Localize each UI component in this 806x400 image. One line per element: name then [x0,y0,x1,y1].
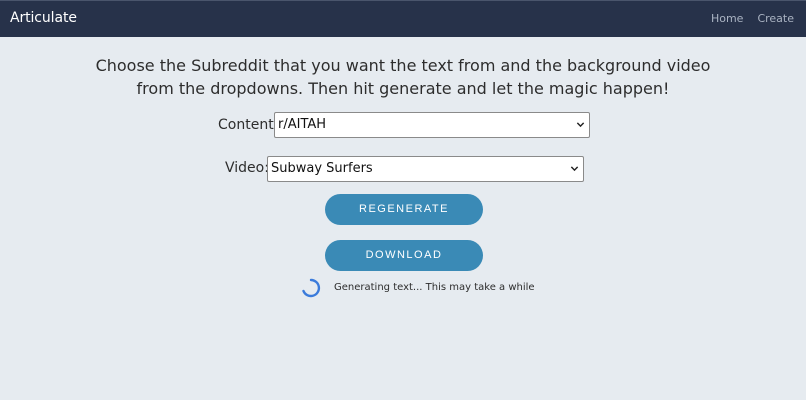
chevron-down-icon [576,122,585,128]
intro-text: Choose the Subreddit that you want the t… [0,54,806,100]
intro-line-1: Choose the Subreddit that you want the t… [95,56,711,75]
download-button[interactable]: DOWNLOAD [325,240,483,271]
loading-spinner-icon [302,278,321,298]
video-select-value: Subway Surfers [271,161,373,176]
status-text: Generating text... This may take a while [334,282,535,293]
content-select[interactable]: r/AITAH [274,112,590,138]
video-label: Video: [225,160,269,176]
content-select-value: r/AITAH [278,117,327,132]
intro-line-2: from the dropdowns. Then hit generate an… [136,79,670,98]
nav-link-home[interactable]: Home [711,12,743,25]
nav-link-create[interactable]: Create [757,12,794,25]
video-select[interactable]: Subway Surfers [267,156,584,182]
content-label: Content: [218,117,279,133]
nav-links: Home Create [711,12,794,25]
navbar: Articulate Home Create [0,0,806,37]
brand-title[interactable]: Articulate [10,10,77,26]
chevron-down-icon [570,166,579,172]
regenerate-button[interactable]: REGENERATE [325,194,483,225]
